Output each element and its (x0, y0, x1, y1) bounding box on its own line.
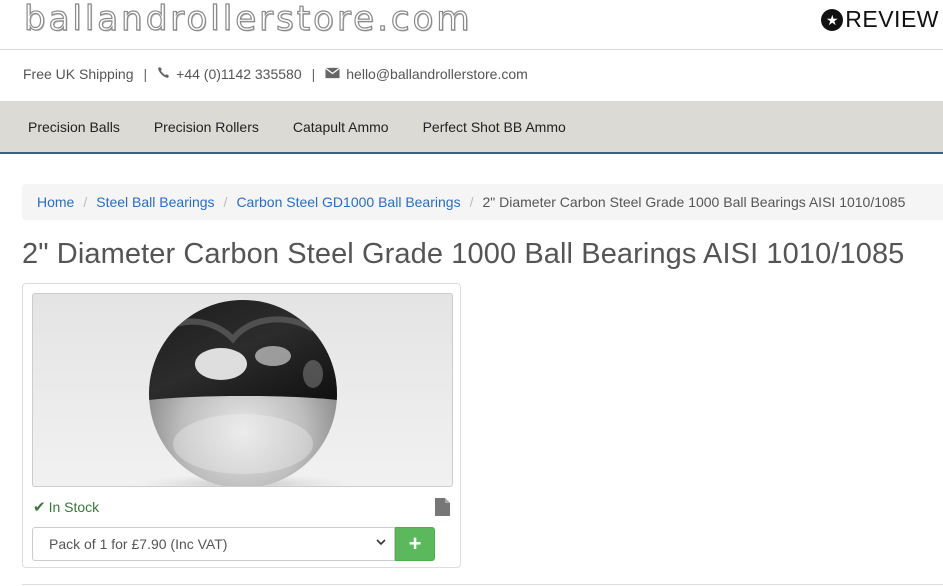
section-divider (22, 584, 943, 585)
star-circle-icon: ★ (821, 8, 844, 31)
site-header: ballandrollerstore.com ★ REVIEW (0, 0, 943, 50)
envelope-icon (325, 66, 341, 82)
contact-divider: | (143, 66, 148, 82)
main-navigation: Precision Balls Precision Rollers Catapu… (0, 101, 943, 154)
pack-size-selected-value: Pack of 1 for £7.90 (Inc VAT) (49, 536, 228, 552)
reviews-badge[interactable]: ★ REVIEW (821, 6, 939, 33)
contact-divider: | (311, 66, 316, 82)
pack-size-select[interactable]: Pack of 1 for £7.90 (Inc VAT) (32, 527, 395, 561)
email-address[interactable]: hello@ballandrollerstore.com (346, 66, 528, 82)
product-card: ✔ In Stock Pack of 1 for £7.90 (Inc VAT)… (22, 283, 461, 568)
product-image[interactable] (32, 293, 453, 487)
document-icon[interactable] (435, 498, 450, 516)
contact-bar: Free UK Shipping | +44 (0)1142 335580 | … (23, 66, 528, 82)
breadcrumb: Home / Steel Ball Bearings / Carbon Stee… (22, 184, 943, 220)
nav-item-precision-rollers[interactable]: Precision Rollers (137, 119, 276, 135)
page-title: 2" Diameter Carbon Steel Grade 1000 Ball… (22, 238, 905, 270)
breadcrumb-separator: / (469, 194, 474, 210)
stock-status-text: In Stock (48, 499, 100, 515)
stock-status: ✔ In Stock (33, 498, 99, 516)
nav-item-perfect-shot-bb-ammo[interactable]: Perfect Shot BB Ammo (406, 119, 583, 135)
site-logo[interactable]: ballandrollerstore.com (23, 0, 473, 42)
phone-number[interactable]: +44 (0)1142 335580 (176, 66, 301, 82)
breadcrumb-carbon-steel-gd1000[interactable]: Carbon Steel GD1000 Ball Bearings (236, 194, 460, 210)
breadcrumb-separator: / (83, 194, 88, 210)
steel-ball-illustration (133, 300, 353, 486)
nav-item-precision-balls[interactable]: Precision Balls (0, 119, 137, 135)
breadcrumb-home[interactable]: Home (37, 194, 74, 210)
breadcrumb-current: 2" Diameter Carbon Steel Grade 1000 Ball… (482, 194, 906, 210)
reviews-badge-text: REVIEW (845, 6, 939, 32)
breadcrumb-steel-ball-bearings[interactable]: Steel Ball Bearings (96, 194, 214, 210)
free-shipping-text: Free UK Shipping (23, 66, 134, 82)
breadcrumb-separator: / (223, 194, 228, 210)
phone-icon (157, 66, 170, 82)
add-to-basket-button[interactable]: + (395, 527, 435, 561)
logo-text: ballandrollerstore.com (23, 0, 473, 40)
checkmark-icon: ✔ (33, 499, 46, 516)
nav-item-catapult-ammo[interactable]: Catapult Ammo (276, 119, 406, 135)
chevron-down-icon (376, 537, 386, 550)
